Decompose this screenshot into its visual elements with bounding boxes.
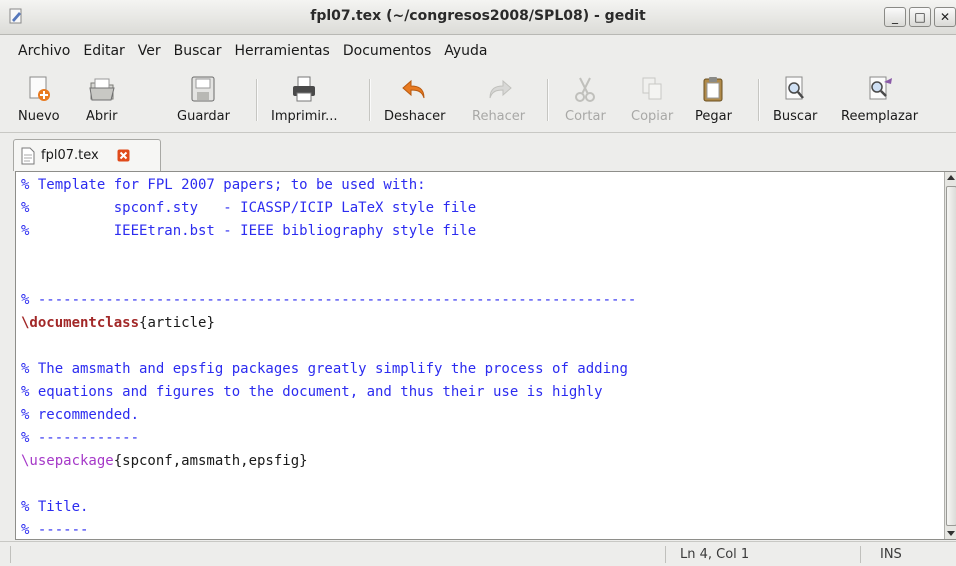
tab-fpl07-tex[interactable]: fpl07.tex: [13, 139, 161, 171]
new-label: Nuevo: [18, 109, 60, 124]
code-token: {spconf,amsmath,epsfig}: [113, 453, 308, 469]
find-replace-icon: [869, 76, 892, 100]
scissors-icon: [575, 77, 596, 102]
minimize-button[interactable]: _: [884, 7, 906, 27]
code-line: % equations and figures to the document,…: [21, 381, 636, 404]
replace-button[interactable]: Reemplazar: [841, 67, 918, 131]
menu-archivo[interactable]: Archivo: [18, 43, 70, 59]
tab-label: fpl07.tex: [41, 148, 99, 163]
find-magnifier-icon: [785, 76, 805, 100]
document-tab-bar: fpl07.tex: [0, 135, 956, 171]
menu-editar[interactable]: Editar: [83, 43, 124, 59]
replace-label: Reemplazar: [841, 109, 919, 124]
code-line: \usepackage{spconf,amsmath,epsfig}: [21, 450, 636, 473]
code-content: % Template for FPL 2007 papers; to be us…: [21, 174, 636, 539]
code-token: % Template for FPL 2007 papers; to be us…: [21, 177, 426, 193]
code-line: % Title.: [21, 496, 636, 519]
vertical-scrollbar[interactable]: [944, 172, 956, 539]
undo-button[interactable]: Deshacer: [384, 67, 445, 131]
copy-icon: [642, 77, 662, 100]
maximize-button[interactable]: □: [909, 7, 931, 27]
code-token: % IEEEtran.bst - IEEE bibliography style…: [21, 223, 477, 239]
code-line: ​: [21, 243, 636, 266]
toolbar-separator: [256, 79, 258, 121]
code-line: ​: [21, 473, 636, 496]
copy-label: Copiar: [631, 109, 674, 124]
cursor-position: Ln 4, Col 1: [680, 547, 750, 562]
toolbar-separator: [758, 79, 760, 121]
print-label: Imprimir...: [271, 109, 338, 124]
text-editor-area[interactable]: % Template for FPL 2007 papers; to be us…: [15, 171, 956, 540]
new-button[interactable]: Nuevo: [18, 67, 60, 131]
open-button[interactable]: Abrir: [86, 67, 117, 131]
open-folder-icon: [89, 78, 115, 101]
save-label: Guardar: [177, 109, 230, 124]
scrollbar-thumb[interactable]: [946, 186, 956, 526]
clipboard-paste-icon: [703, 77, 723, 102]
menu-ayuda[interactable]: Ayuda: [444, 43, 487, 59]
code-line: % recommended.: [21, 404, 636, 427]
document-icon: [21, 147, 35, 164]
code-token: % Title.: [21, 499, 89, 515]
copy-button[interactable]: Copiar: [631, 67, 673, 131]
cut-button[interactable]: Cortar: [565, 67, 606, 131]
find-label: Buscar: [773, 109, 818, 124]
status-separator: [860, 546, 861, 563]
toolbar-separator: [369, 79, 371, 121]
code-line: % ------: [21, 519, 636, 539]
save-disk-icon: [191, 76, 215, 102]
title-bar: fpl07.tex (~/congresos2008/SPL08) - gedi…: [0, 0, 956, 35]
printer-icon: [293, 76, 316, 102]
code-line: % Template for FPL 2007 papers; to be us…: [21, 174, 636, 197]
code-token: % equations and figures to the document,…: [21, 384, 603, 400]
cut-label: Cortar: [565, 109, 606, 124]
paste-label: Pegar: [695, 109, 732, 124]
redo-button[interactable]: Rehacer: [472, 67, 525, 131]
menu-bar: Archivo Editar Ver Buscar Herramientas D…: [0, 36, 956, 66]
code-line: \documentclass{article}: [21, 312, 636, 335]
toolbar: Nuevo Abrir Guardar Imprimir... Deshacer: [0, 67, 956, 166]
new-document-icon: [29, 76, 50, 101]
status-bar: Ln 4, Col 1 INS: [0, 541, 956, 566]
code-line: % ------------: [21, 427, 636, 450]
code-token: % ------: [21, 522, 89, 538]
status-separator: [10, 546, 11, 563]
scroll-down-arrow-icon[interactable]: [947, 531, 955, 536]
code-token: % The amsmath and epsfig packages greatl…: [21, 361, 628, 377]
status-separator: [665, 546, 666, 563]
code-token: % --------------------------------------…: [21, 292, 637, 308]
code-line: % spconf.sty - ICASSP/ICIP LaTeX style f…: [21, 197, 636, 220]
undo-arrow-icon: [401, 79, 425, 99]
paste-button[interactable]: Pegar: [695, 67, 732, 131]
save-button[interactable]: Guardar: [177, 67, 230, 131]
print-button[interactable]: Imprimir...: [271, 67, 338, 131]
code-line: % --------------------------------------…: [21, 289, 636, 312]
menu-ver[interactable]: Ver: [138, 43, 161, 59]
window-title: fpl07.tex (~/congresos2008/SPL08) - gedi…: [310, 8, 646, 24]
redo-arrow-icon: [489, 79, 512, 99]
code-line: % The amsmath and epsfig packages greatl…: [21, 358, 636, 381]
find-button[interactable]: Buscar: [773, 67, 817, 131]
code-token: \documentclass: [21, 315, 140, 331]
code-line: ​: [21, 266, 636, 289]
menu-documentos[interactable]: Documentos: [343, 43, 431, 59]
scroll-up-arrow-icon[interactable]: [947, 175, 955, 180]
code-token: {article}: [139, 315, 215, 331]
close-window-button[interactable]: ✕: [934, 7, 956, 27]
code-token: % recommended.: [21, 407, 140, 423]
code-token: % spconf.sty - ICASSP/ICIP LaTeX style f…: [21, 200, 477, 216]
close-tab-icon[interactable]: [117, 149, 130, 162]
code-line: % IEEEtran.bst - IEEE bibliography style…: [21, 220, 636, 243]
redo-label: Rehacer: [472, 109, 526, 124]
code-token: % ------------: [21, 430, 140, 446]
open-label: Abrir: [86, 109, 118, 124]
code-line: ​: [21, 335, 636, 358]
menu-herramientas[interactable]: Herramientas: [234, 43, 329, 59]
toolbar-separator: [547, 79, 549, 121]
menu-buscar[interactable]: Buscar: [174, 43, 222, 59]
insert-mode: INS: [880, 547, 902, 562]
undo-label: Deshacer: [384, 109, 446, 124]
code-token: \usepackage: [21, 453, 114, 469]
